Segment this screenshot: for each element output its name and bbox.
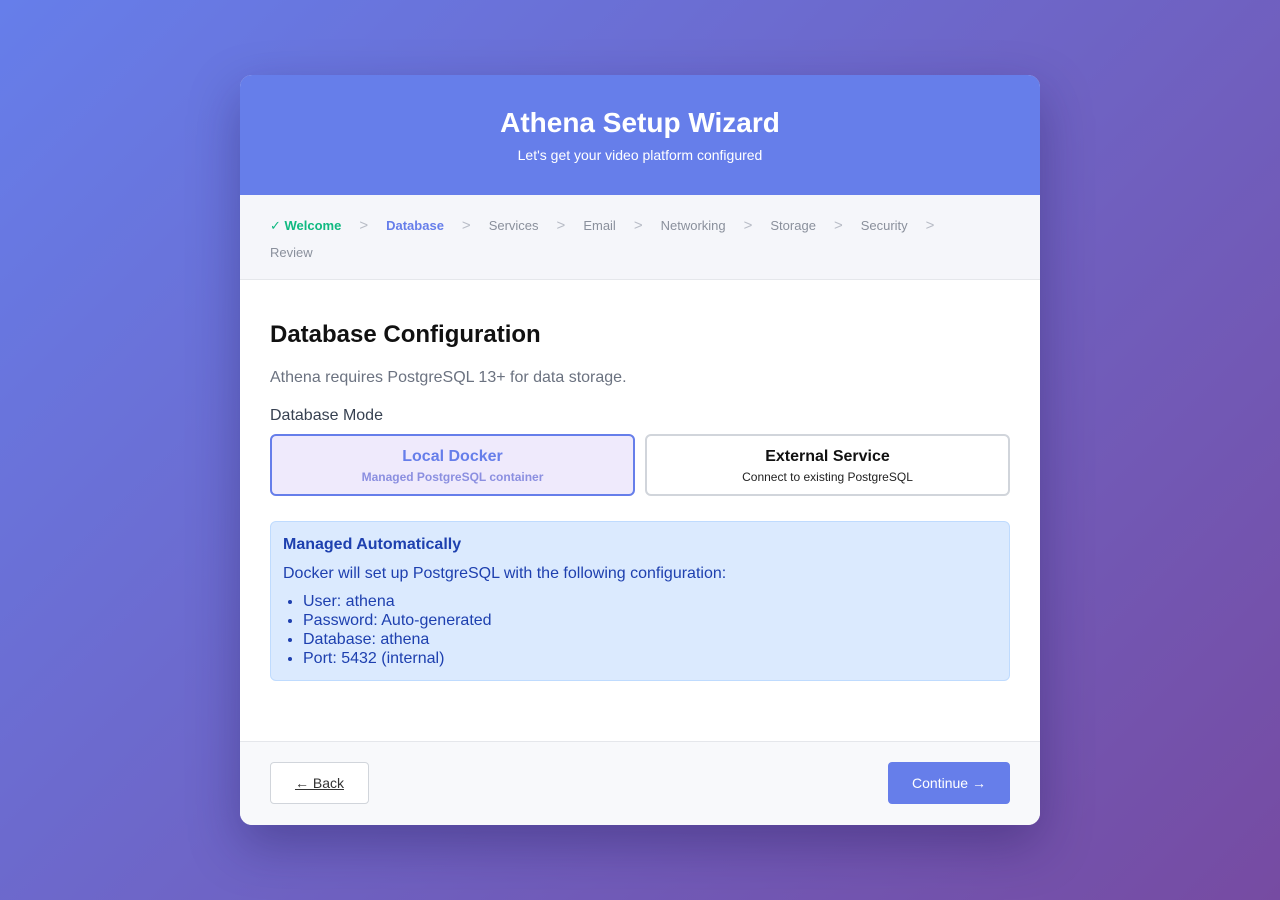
wizard-header: Athena Setup Wizard Let's get your video… <box>240 75 1040 195</box>
step-email[interactable]: Email <box>583 217 616 234</box>
page-title: Database Configuration <box>270 321 541 348</box>
continue-button[interactable]: Continue → <box>888 762 1010 804</box>
info-text: Docker will set up PostgreSQL with the f… <box>283 565 727 582</box>
step-row: ✓ Welcome > Database > Services > Email … <box>270 217 1010 234</box>
step-database[interactable]: Database <box>386 217 444 234</box>
chevron-right-icon: > <box>743 217 753 234</box>
mode-option-title: Local Docker <box>402 448 503 465</box>
wizard-subtitle: Let's get your video platform configured <box>517 147 763 163</box>
mode-option-title: External Service <box>765 448 890 465</box>
database-mode-selector: Local Docker Managed PostgreSQL containe… <box>270 434 1010 496</box>
step-services[interactable]: Services <box>489 217 539 234</box>
managed-info-box: Managed Automatically Docker will set up… <box>270 521 1010 681</box>
chevron-right-icon: > <box>556 217 566 234</box>
step-progress: ✓ Welcome > Database > Services > Email … <box>240 195 1040 280</box>
back-button[interactable]: ← Back <box>270 762 369 804</box>
list-item: Database: athena <box>303 630 997 649</box>
step-security[interactable]: Security <box>861 217 908 234</box>
setup-wizard-card: Athena Setup Wizard Let's get your video… <box>240 75 1040 825</box>
mode-option-subtitle: Managed PostgreSQL container <box>361 470 544 484</box>
config-list: User: athena Password: Auto-generated Da… <box>283 592 997 668</box>
page-description: Athena requires PostgreSQL 13+ for data … <box>270 369 627 386</box>
mode-option-local-docker[interactable]: Local Docker Managed PostgreSQL containe… <box>270 434 635 496</box>
wizard-footer: ← Back Continue → <box>240 741 1040 825</box>
wizard-title: Athena Setup Wizard <box>500 107 780 138</box>
step-storage[interactable]: Storage <box>770 217 816 234</box>
list-item: Port: 5432 (internal) <box>303 649 997 668</box>
mode-option-subtitle: Connect to existing PostgreSQL <box>742 470 913 484</box>
chevron-right-icon: > <box>461 217 471 234</box>
list-item: Password: Auto-generated <box>303 611 997 630</box>
mode-option-external-service[interactable]: External Service Connect to existing Pos… <box>645 434 1010 496</box>
chevron-right-icon: > <box>359 217 369 234</box>
step-welcome[interactable]: ✓ Welcome <box>270 217 341 234</box>
step-row: Review <box>270 244 1010 261</box>
info-title: Managed Automatically <box>283 536 462 553</box>
step-networking[interactable]: Networking <box>661 217 726 234</box>
database-mode-label: Database Mode <box>270 407 383 424</box>
chevron-right-icon: > <box>833 217 843 234</box>
list-item: User: athena <box>303 592 997 611</box>
chevron-right-icon: > <box>633 217 643 234</box>
step-review[interactable]: Review <box>270 244 313 261</box>
step-content: Database Configuration Athena requires P… <box>240 280 1040 681</box>
chevron-right-icon: > <box>925 217 935 234</box>
